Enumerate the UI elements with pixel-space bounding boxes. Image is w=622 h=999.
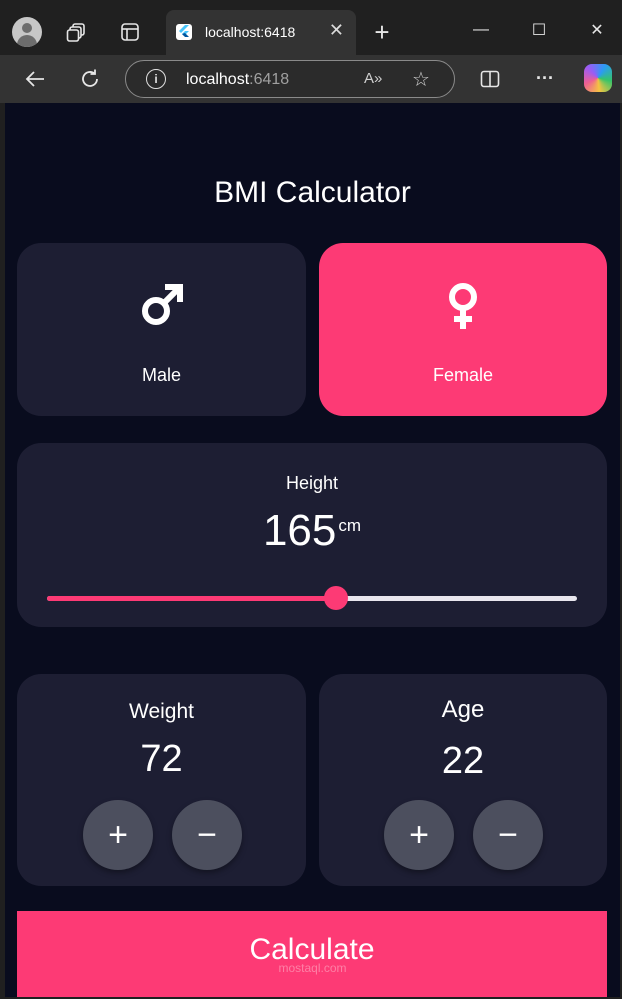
url-text: localhost:6418 <box>186 71 290 88</box>
age-increment-button[interactable]: + <box>384 800 454 870</box>
height-slider-thumb[interactable] <box>323 586 348 610</box>
tab-title: localhost:6418 <box>205 24 296 40</box>
app-viewport: BMI Calculator Male Female Height 165cm <box>5 103 620 997</box>
site-info-icon[interactable]: i <box>146 69 166 89</box>
split-screen-icon[interactable] <box>478 68 502 90</box>
height-card: Height 165 cm <box>17 443 607 627</box>
height-slider[interactable] <box>47 586 577 610</box>
app-bar-title: BMI Calculator <box>214 176 411 209</box>
browser-tab-strip: localhost:6418 ✕ + — ☐ ✕ <box>0 0 622 55</box>
more-menu-icon[interactable]: ··· <box>532 67 558 89</box>
browser-toolbar: i localhost:6418 A» ☆ ··· <box>0 55 622 103</box>
maximize-button[interactable]: ☐ <box>524 18 554 42</box>
height-label: Height <box>285 473 339 493</box>
calculate-button[interactable]: Calculate <box>17 911 607 997</box>
vertical-tabs-icon[interactable] <box>118 21 142 43</box>
new-tab-button[interactable]: + <box>368 17 396 47</box>
age-decrement-button[interactable]: − <box>473 800 543 870</box>
female-label: Female <box>432 365 494 385</box>
refresh-icon[interactable] <box>77 67 103 91</box>
age-card: Age 22 + − <box>319 674 607 886</box>
window-close-button[interactable]: ✕ <box>582 18 612 42</box>
read-aloud-icon[interactable]: A» <box>364 70 382 87</box>
age-value: 22 <box>441 740 485 782</box>
minimize-button[interactable]: — <box>466 18 496 42</box>
tab-close-icon[interactable]: ✕ <box>329 20 344 41</box>
profile-avatar[interactable] <box>12 17 42 47</box>
female-card[interactable]: Female <box>319 243 607 416</box>
weight-value: 72 <box>140 738 183 780</box>
weight-decrement-button[interactable]: − <box>172 800 242 870</box>
male-card[interactable]: Male <box>17 243 306 416</box>
address-bar[interactable]: i localhost:6418 A» ☆ <box>125 60 455 98</box>
back-arrow-icon[interactable] <box>22 67 48 91</box>
weight-label: Weight <box>129 700 194 723</box>
weight-card: Weight 72 + − <box>17 674 306 886</box>
flutter-favicon-icon <box>176 24 192 40</box>
female-icon <box>319 281 607 333</box>
male-label: Male <box>141 365 181 385</box>
watermark: mostaql.com <box>278 961 347 975</box>
male-icon <box>17 281 306 329</box>
weight-increment-button[interactable]: + <box>83 800 153 870</box>
copilot-icon[interactable] <box>584 64 612 92</box>
age-label: Age <box>441 696 485 723</box>
browser-tab-active[interactable]: localhost:6418 ✕ <box>166 10 356 55</box>
favorite-star-icon[interactable]: ☆ <box>412 67 430 92</box>
workspaces-icon[interactable] <box>64 20 90 44</box>
height-unit: cm <box>338 516 362 535</box>
height-slider-fill <box>47 596 336 601</box>
height-value: 165 cm <box>262 506 362 555</box>
